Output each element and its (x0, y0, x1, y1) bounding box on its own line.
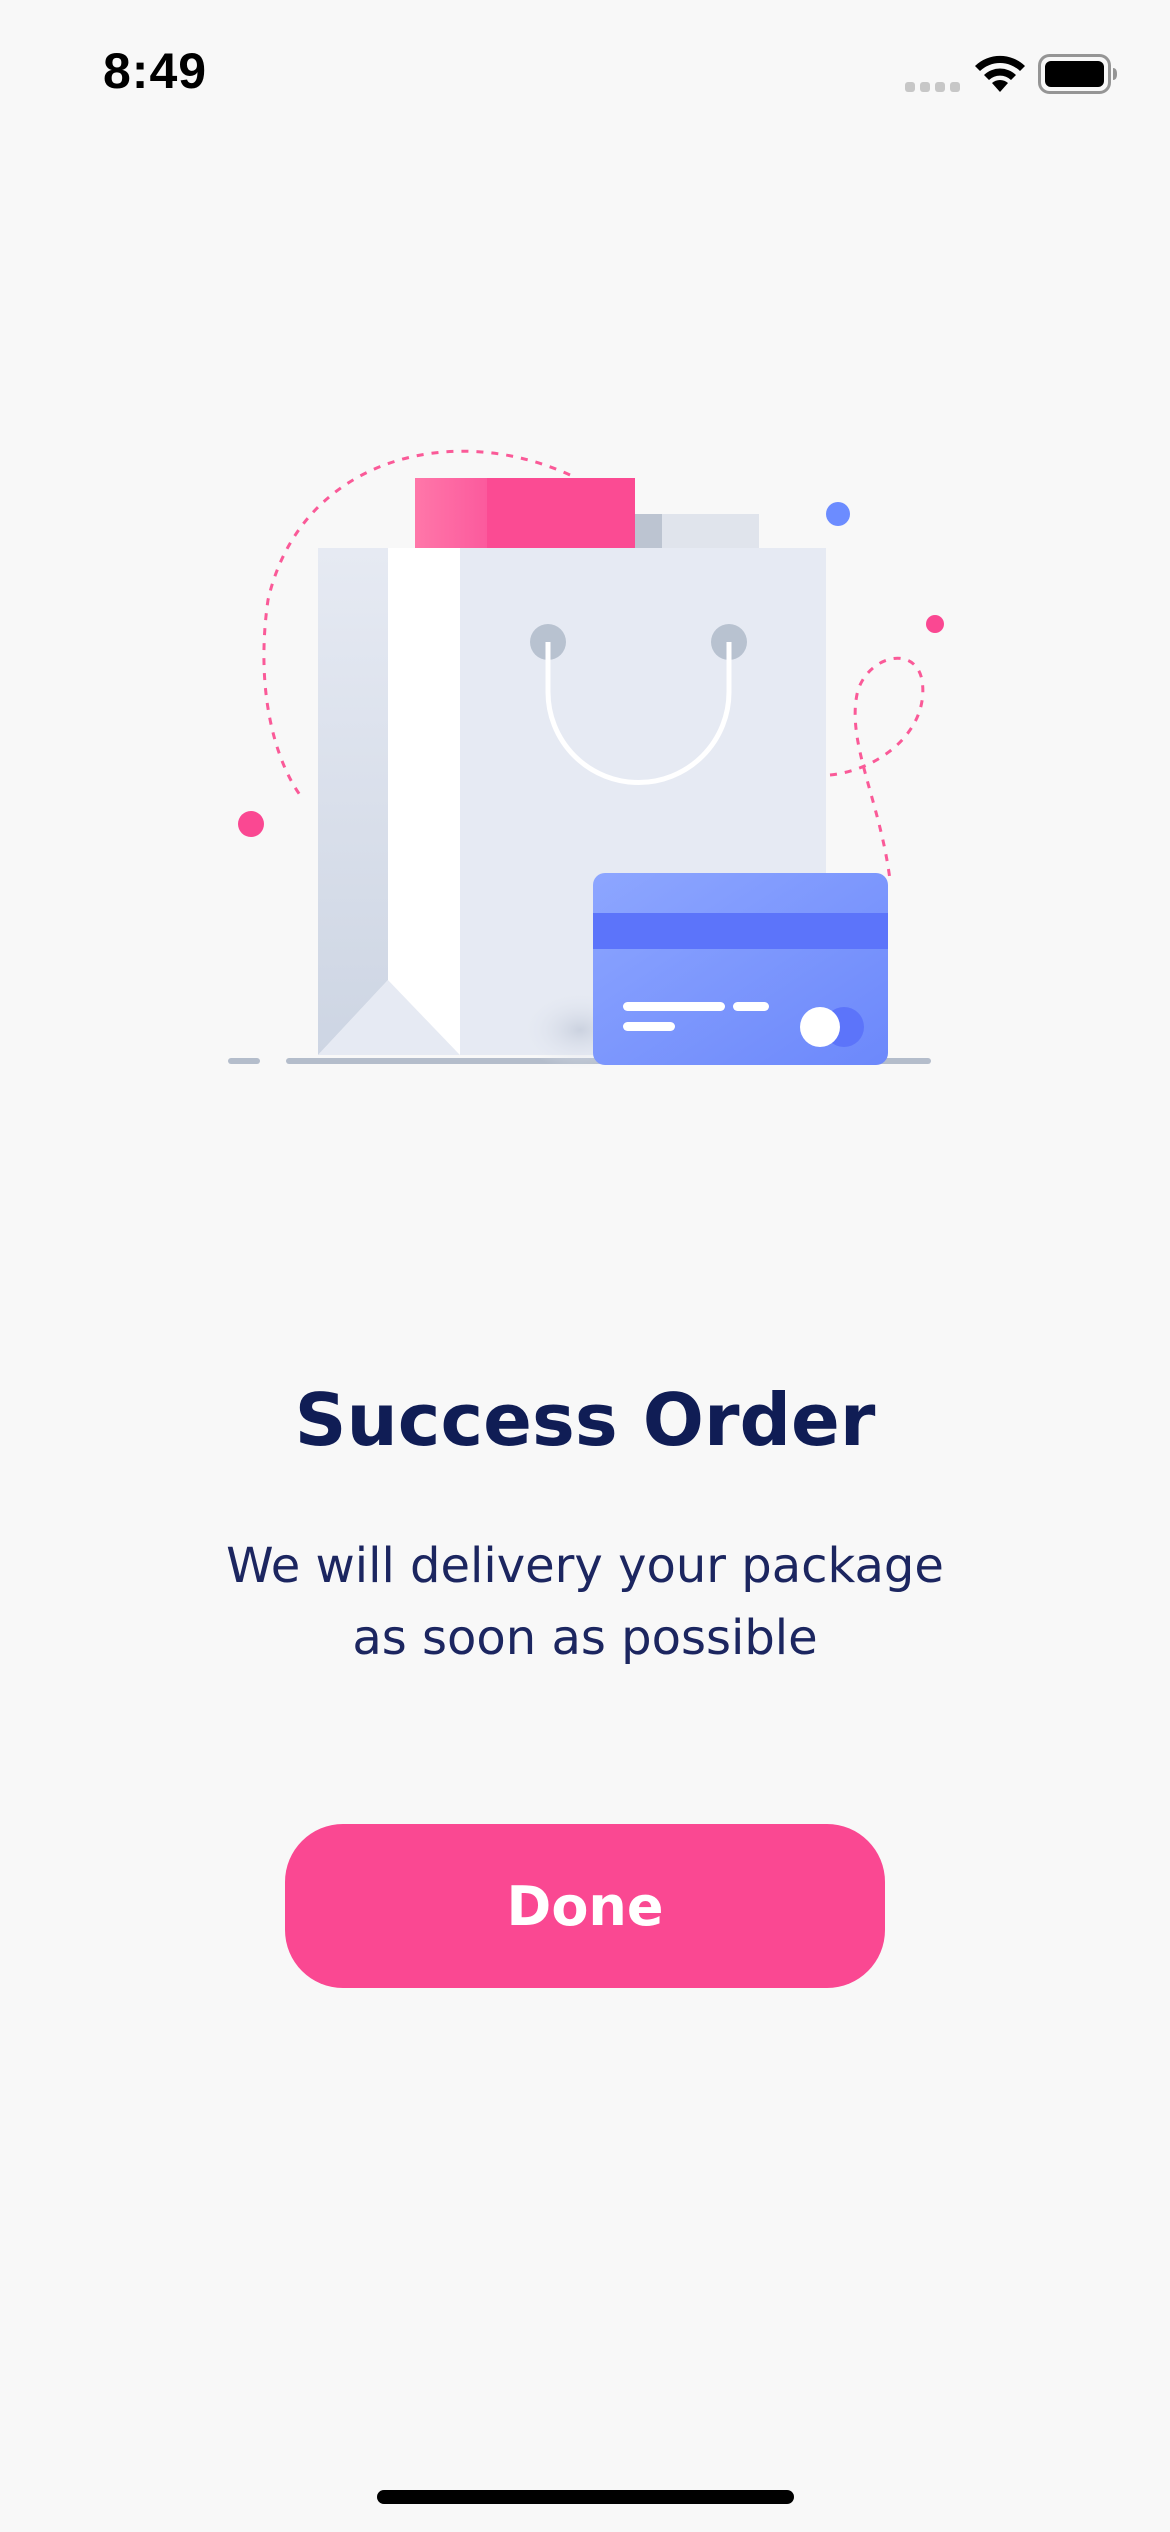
shopping-bag-with-credit-card-illustration (228, 449, 944, 1070)
battery-icon (1038, 54, 1117, 94)
success-message: We will delivery your package as soon as… (185, 1530, 985, 1674)
done-button[interactable]: Done (285, 1824, 885, 1988)
home-indicator[interactable] (377, 2490, 794, 2504)
wifi-icon (975, 55, 1025, 92)
status-bar: 8:49 (0, 0, 1170, 150)
page-title: Success Order (294, 1378, 876, 1462)
success-message-line-2: as soon as possible (352, 1610, 818, 1666)
status-time: 8:49 (103, 43, 208, 99)
signal-icon (905, 82, 960, 92)
success-message-line-1: We will delivery your package (226, 1538, 944, 1594)
